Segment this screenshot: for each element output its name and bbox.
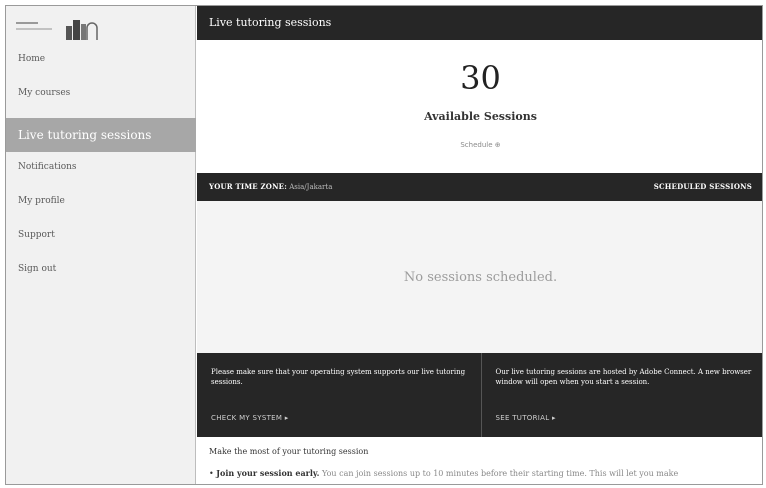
building-icon (66, 20, 98, 40)
logo-wordmark (16, 20, 60, 39)
tip-title: Join your session early. (216, 468, 320, 478)
scheduled-sessions-link[interactable]: SCHEDULED SESSIONS (654, 173, 752, 201)
system-check-text: Please make sure that your operating sys… (211, 368, 466, 386)
list-item: Join your session early. You can join se… (209, 468, 754, 478)
sidebar: Home My courses Live tutoring sessions N… (6, 6, 196, 484)
sidebar-item-live-tutoring-sessions[interactable]: Live tutoring sessions (6, 118, 196, 152)
info-panels: Please make sure that your operating sys… (197, 353, 763, 437)
timezone-info: YOUR TIME ZONE: Asia/Jakarta (209, 173, 332, 201)
empty-state-message: No sessions scheduled. (403, 269, 558, 285)
system-check-panel: Please make sure that your operating sys… (197, 353, 481, 437)
available-sessions-label: Available Sessions (424, 110, 537, 123)
timezone-value[interactable]: Asia/Jakarta (289, 183, 332, 191)
sidebar-item-notifications[interactable]: Notifications (6, 156, 196, 190)
sidebar-nav: Home My courses Live tutoring sessions N… (6, 48, 196, 292)
logo-text-icon (16, 22, 52, 30)
tips-heading: Make the most of your tutoring session (209, 447, 369, 456)
sessions-empty-state: No sessions scheduled. (197, 201, 762, 353)
sidebar-item-my-profile[interactable]: My profile (6, 190, 196, 224)
sidebar-item-sign-out[interactable]: Sign out (6, 258, 196, 292)
page-title: Live tutoring sessions (197, 6, 762, 40)
sidebar-item-home[interactable]: Home (6, 48, 196, 82)
sidebar-item-support[interactable]: Support (6, 224, 196, 258)
available-sessions-count: 30 (460, 59, 501, 97)
adobe-connect-panel: Our live tutoring sessions are hosted by… (480, 353, 763, 437)
sessions-summary: 30 Available Sessions Schedule ⊕ (197, 40, 762, 173)
logo[interactable] (14, 14, 124, 46)
tip-text: You can join sessions up to 10 minutes b… (319, 469, 679, 478)
main-content: Live tutoring sessions 30 Available Sess… (197, 6, 763, 484)
app-window: Home My courses Live tutoring sessions N… (5, 5, 763, 485)
timezone-label: YOUR TIME ZONE: (209, 182, 287, 191)
tips-list: Join your session early. You can join se… (209, 468, 754, 478)
sidebar-item-my-courses[interactable]: My courses (6, 82, 196, 116)
check-my-system-link[interactable]: CHECK MY SYSTEM ▸ (211, 413, 289, 423)
adobe-connect-text: Our live tutoring sessions are hosted by… (495, 368, 752, 386)
see-tutorial-link[interactable]: SEE TUTORIAL ▸ (496, 413, 556, 423)
timezone-bar: YOUR TIME ZONE: Asia/Jakarta SCHEDULED S… (197, 173, 762, 201)
schedule-button[interactable]: Schedule ⊕ (197, 141, 762, 149)
logo-mark-icon (64, 16, 98, 46)
tips-section: Make the most of your tutoring session J… (197, 437, 762, 478)
